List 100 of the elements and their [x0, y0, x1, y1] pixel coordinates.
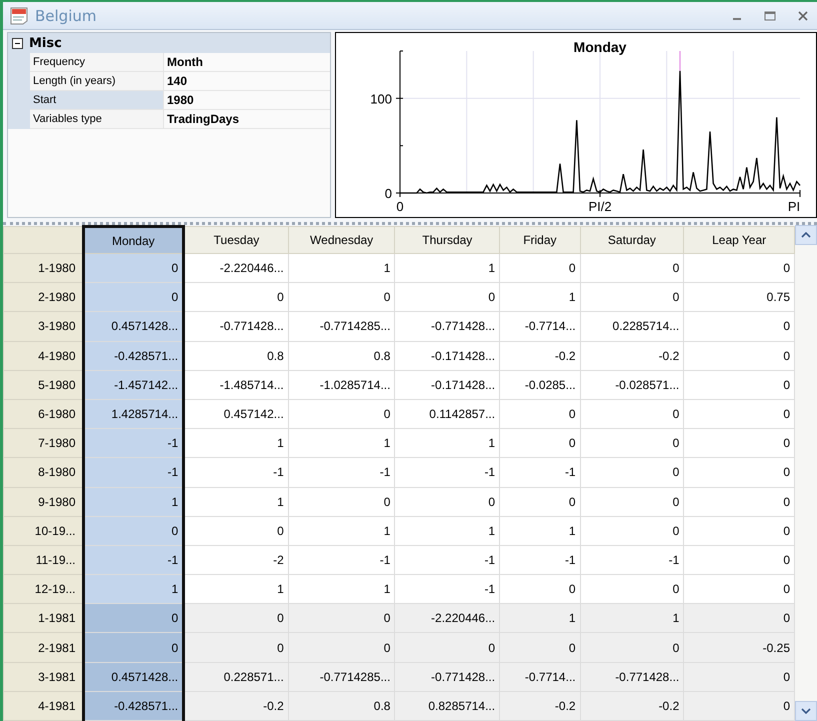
table-cell: 0.2285714... — [580, 312, 684, 342]
category-label: Misc — [29, 36, 62, 50]
table-cell: 0 — [580, 399, 684, 429]
table-cell: 0 — [500, 254, 580, 283]
table-cell: 0 — [684, 341, 794, 370]
table-cell: -0.0285... — [500, 370, 580, 400]
table-cell: -0.2 — [500, 691, 580, 720]
table-cell: 0 — [83, 282, 184, 312]
table-cell: 0 — [500, 399, 580, 429]
table-cell: 0 — [580, 428, 684, 458]
table-cell: 0 — [684, 428, 794, 458]
table-cell: -1.457142... — [83, 370, 184, 400]
table-cell: -1 — [394, 574, 500, 604]
document-icon — [9, 6, 29, 24]
row-header[interactable]: 5-1980 — [4, 370, 83, 400]
column-header[interactable]: Wednesday — [288, 226, 395, 254]
table-cell: 1 — [288, 428, 395, 458]
row-header[interactable]: 9-1980 — [4, 487, 83, 516]
table-cell: 0 — [580, 487, 684, 516]
table-cell: -2.220446... — [184, 254, 288, 283]
property-label[interactable]: Variables type — [30, 110, 164, 129]
row-header[interactable]: 12-19... — [4, 574, 83, 604]
column-header[interactable]: Monday — [83, 226, 184, 254]
column-header[interactable]: Tuesday — [184, 226, 288, 254]
table-cell: 0 — [580, 282, 684, 312]
table-cell: -0.25 — [684, 632, 794, 662]
table-cell: -1 — [288, 458, 395, 487]
table-cell: -0.171428... — [394, 370, 500, 400]
row-header[interactable]: 7-1980 — [4, 428, 83, 458]
scroll-down-button[interactable] — [795, 701, 817, 721]
table-cell: 1 — [184, 487, 288, 516]
row-header[interactable]: 10-19... — [4, 516, 83, 546]
row-header[interactable]: 8-1980 — [4, 458, 83, 487]
row-header[interactable]: 6-1980 — [4, 399, 83, 429]
table-cell: 0 — [500, 428, 580, 458]
table-cell: 0 — [580, 254, 684, 283]
property-value: TradingDays — [164, 110, 330, 129]
table-cell: -0.171428... — [394, 341, 500, 370]
table-cell: -0.7714... — [500, 312, 580, 342]
table-cell: 1 — [288, 574, 395, 604]
property-value: 140 — [164, 72, 330, 91]
column-header[interactable]: Saturday — [580, 226, 684, 254]
column-header[interactable]: Friday — [500, 226, 580, 254]
scroll-up-button[interactable] — [795, 225, 817, 245]
table-cell: -1 — [580, 545, 684, 575]
column-header[interactable]: Leap Year — [684, 226, 794, 254]
table-cell: -1 — [394, 545, 500, 575]
row-header[interactable]: 2-1981 — [4, 632, 83, 662]
table-cell: 0 — [288, 632, 395, 662]
property-label[interactable]: Start — [30, 91, 164, 110]
table-cell: -0.771428... — [184, 312, 288, 342]
scrollbar[interactable] — [795, 225, 817, 721]
property-value: Month — [164, 53, 330, 72]
row-header[interactable]: 11-19... — [4, 545, 83, 575]
table-cell: -1 — [394, 458, 500, 487]
table-cell: 1 — [580, 604, 684, 633]
table-cell: 0 — [184, 604, 288, 633]
table-cell: 0 — [394, 282, 500, 312]
row-header[interactable]: 3-1980 — [4, 312, 83, 342]
collapse-icon[interactable] — [12, 38, 23, 48]
property-label[interactable]: Frequency — [30, 53, 164, 72]
x-tick-label: PI/2 — [588, 199, 612, 214]
table-cell: -2.220446... — [394, 604, 500, 633]
column-header[interactable]: Thursday — [394, 226, 500, 254]
table-cell: -0.2 — [500, 341, 580, 370]
table-cell: 0.8 — [288, 341, 395, 370]
table-cell: 0 — [684, 399, 794, 429]
property-value: 1980 — [164, 91, 330, 110]
table-cell: 0 — [83, 632, 184, 662]
table-cell: -0.7714285... — [288, 662, 395, 692]
row-header[interactable]: 1-1980 — [4, 254, 83, 283]
property-label[interactable]: Length (in years) — [30, 72, 164, 91]
table-cell: 0 — [500, 574, 580, 604]
table-cell: 0.1142857... — [394, 399, 500, 429]
table-cell: 1 — [500, 282, 580, 312]
table-cell: -0.771428... — [394, 312, 500, 342]
row-header[interactable]: 2-1980 — [4, 282, 83, 312]
table-cell: -0.2 — [580, 341, 684, 370]
table-cell: -0.771428... — [394, 662, 500, 692]
table-cell: -0.771428... — [580, 662, 684, 692]
table-cell: 0.8285714... — [394, 691, 500, 720]
chevron-down-icon — [801, 708, 811, 714]
row-header[interactable]: 4-1981 — [4, 691, 83, 720]
table-cell: 0.457142... — [184, 399, 288, 429]
x-tick-label: PI — [788, 199, 800, 214]
x-tick-label: 0 — [396, 199, 404, 214]
row-header[interactable]: 4-1980 — [4, 341, 83, 370]
table-cell: 1 — [288, 254, 395, 283]
close-icon[interactable] — [797, 10, 809, 22]
row-header[interactable]: 1-1981 — [4, 604, 83, 633]
table-cell: 0 — [684, 516, 794, 546]
y-tick-label: 0 — [384, 186, 392, 201]
table-cell: 0 — [684, 254, 794, 283]
table-cell: 1 — [500, 604, 580, 633]
table-cell: 1 — [394, 516, 500, 546]
table-cell: 0 — [184, 282, 288, 312]
table-cell: -1 — [184, 458, 288, 487]
row-header[interactable]: 3-1981 — [4, 662, 83, 692]
table-cell: 1 — [184, 574, 288, 604]
maximize-icon[interactable] — [763, 10, 777, 22]
